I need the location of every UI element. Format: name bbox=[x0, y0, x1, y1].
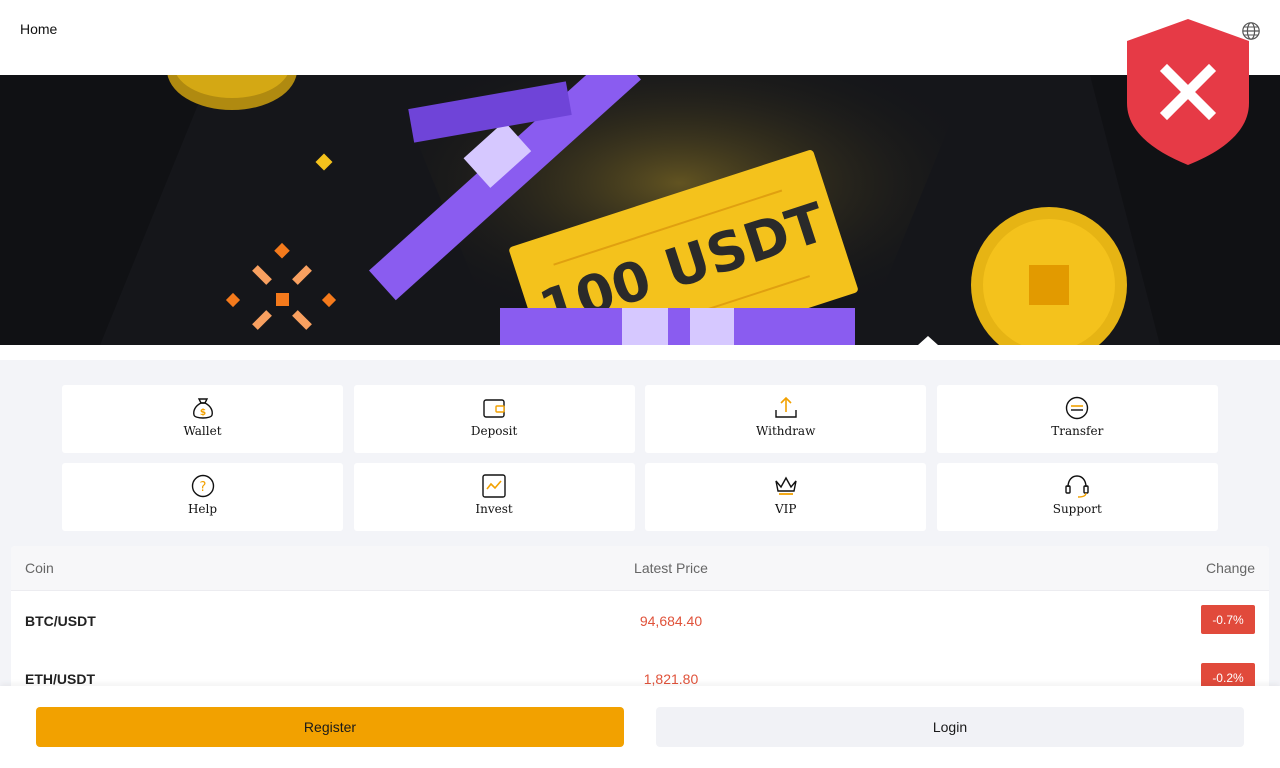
change-badge: -0.7% bbox=[1201, 605, 1255, 634]
support-button[interactable]: Support bbox=[936, 463, 1218, 531]
action-label: VIP bbox=[774, 502, 797, 516]
invest-button[interactable]: Invest bbox=[353, 463, 635, 531]
svg-text:$: $ bbox=[199, 408, 205, 418]
action-label: Help bbox=[187, 502, 218, 516]
quick-actions: $ Wallet Deposit Withdraw Transfer ? Hel… bbox=[62, 385, 1218, 531]
pair-name: BTC/USDT bbox=[25, 613, 96, 629]
transfer-icon bbox=[1066, 396, 1089, 420]
question-icon: ? bbox=[191, 474, 214, 498]
crown-icon bbox=[775, 476, 797, 495]
headset-icon bbox=[1065, 475, 1089, 498]
deposit-button[interactable]: Deposit bbox=[353, 385, 635, 453]
latest-price: 94,684.40 bbox=[639, 613, 703, 629]
column-change: Change bbox=[1205, 560, 1255, 576]
promo-banner[interactable]: 100 USDT bbox=[0, 75, 1280, 345]
pair-name: ETH/USDT bbox=[25, 671, 95, 687]
latest-price: 1,821.80 bbox=[643, 671, 699, 687]
action-label: Transfer bbox=[1051, 424, 1104, 438]
action-label: Deposit bbox=[470, 424, 518, 438]
transfer-button[interactable]: Transfer bbox=[936, 385, 1218, 453]
action-label: Support bbox=[1052, 502, 1102, 516]
register-button[interactable]: Register bbox=[36, 707, 624, 747]
shield-x-icon bbox=[1127, 19, 1249, 165]
svg-text:?: ? bbox=[199, 480, 206, 495]
banner-illustration: 100 USDT bbox=[0, 75, 1280, 345]
money-bag-icon: $ bbox=[192, 398, 213, 419]
column-latest-price: Latest Price bbox=[634, 560, 708, 576]
wallet-icon bbox=[483, 399, 505, 418]
market-table-header: Coin Latest Price Change bbox=[11, 546, 1269, 591]
column-coin: Coin bbox=[25, 560, 54, 576]
withdraw-button[interactable]: Withdraw bbox=[645, 385, 927, 453]
vip-button[interactable]: VIP bbox=[645, 463, 927, 531]
market-row[interactable]: BTC/USDT 94,684.40 -0.7% bbox=[11, 591, 1269, 649]
chart-icon bbox=[482, 474, 506, 498]
upload-icon bbox=[774, 396, 797, 418]
action-label: Withdraw bbox=[756, 424, 816, 438]
action-label: Wallet bbox=[183, 424, 222, 438]
wallet-button[interactable]: $ Wallet bbox=[62, 385, 343, 453]
home-link[interactable]: Home bbox=[20, 21, 57, 37]
login-button[interactable]: Login bbox=[656, 707, 1244, 747]
action-label: Invest bbox=[475, 502, 513, 516]
auth-footer: Register Login bbox=[0, 686, 1280, 768]
top-header: Home bbox=[0, 0, 1280, 75]
help-button[interactable]: ? Help bbox=[62, 463, 343, 531]
banner-divider bbox=[0, 345, 1280, 360]
